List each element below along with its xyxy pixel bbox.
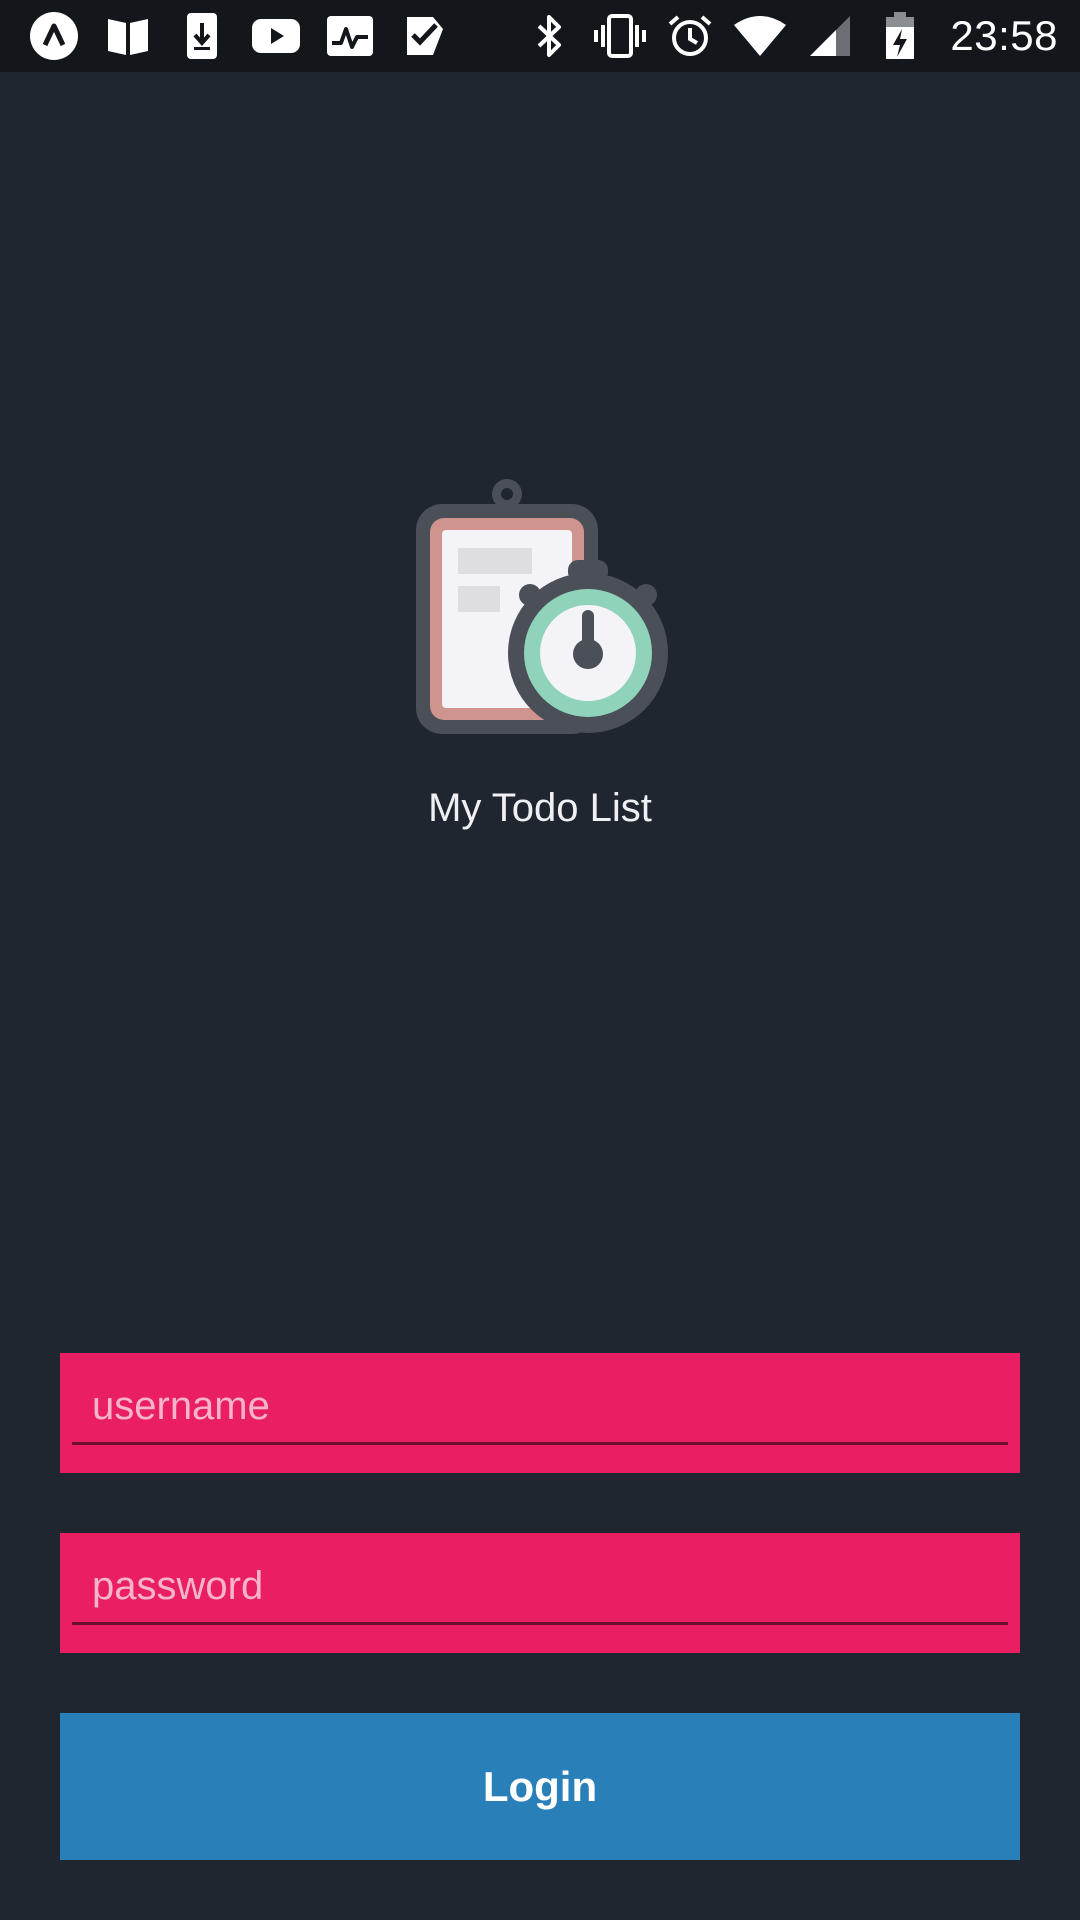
wifi-icon [732, 8, 788, 64]
status-bar: 23:58 [0, 0, 1080, 72]
username-input[interactable] [72, 1371, 1008, 1445]
youtube-icon [248, 8, 304, 64]
app-title: My Todo List [428, 786, 652, 830]
battery-charging-icon [872, 8, 928, 64]
alarm-icon [662, 8, 718, 64]
book-icon [100, 8, 156, 64]
bluetooth-icon [522, 8, 578, 64]
signal-icon [802, 8, 858, 64]
password-input[interactable] [72, 1551, 1008, 1625]
system-icons: 23:58 [522, 8, 1058, 64]
clipboard-stopwatch-icon [408, 470, 672, 734]
login-screen: 23:58 My Todo List username Login [0, 0, 1080, 1920]
check-icon [396, 8, 452, 64]
password-field-container [60, 1533, 1020, 1653]
login-button[interactable]: Login [60, 1713, 1020, 1860]
download-icon [174, 8, 230, 64]
app-a-icon [26, 8, 82, 64]
status-time: 23:58 [950, 12, 1058, 59]
notification-icons [26, 8, 452, 64]
activity-icon [322, 8, 378, 64]
vibrate-icon [592, 8, 648, 64]
username-field-container [60, 1353, 1020, 1473]
